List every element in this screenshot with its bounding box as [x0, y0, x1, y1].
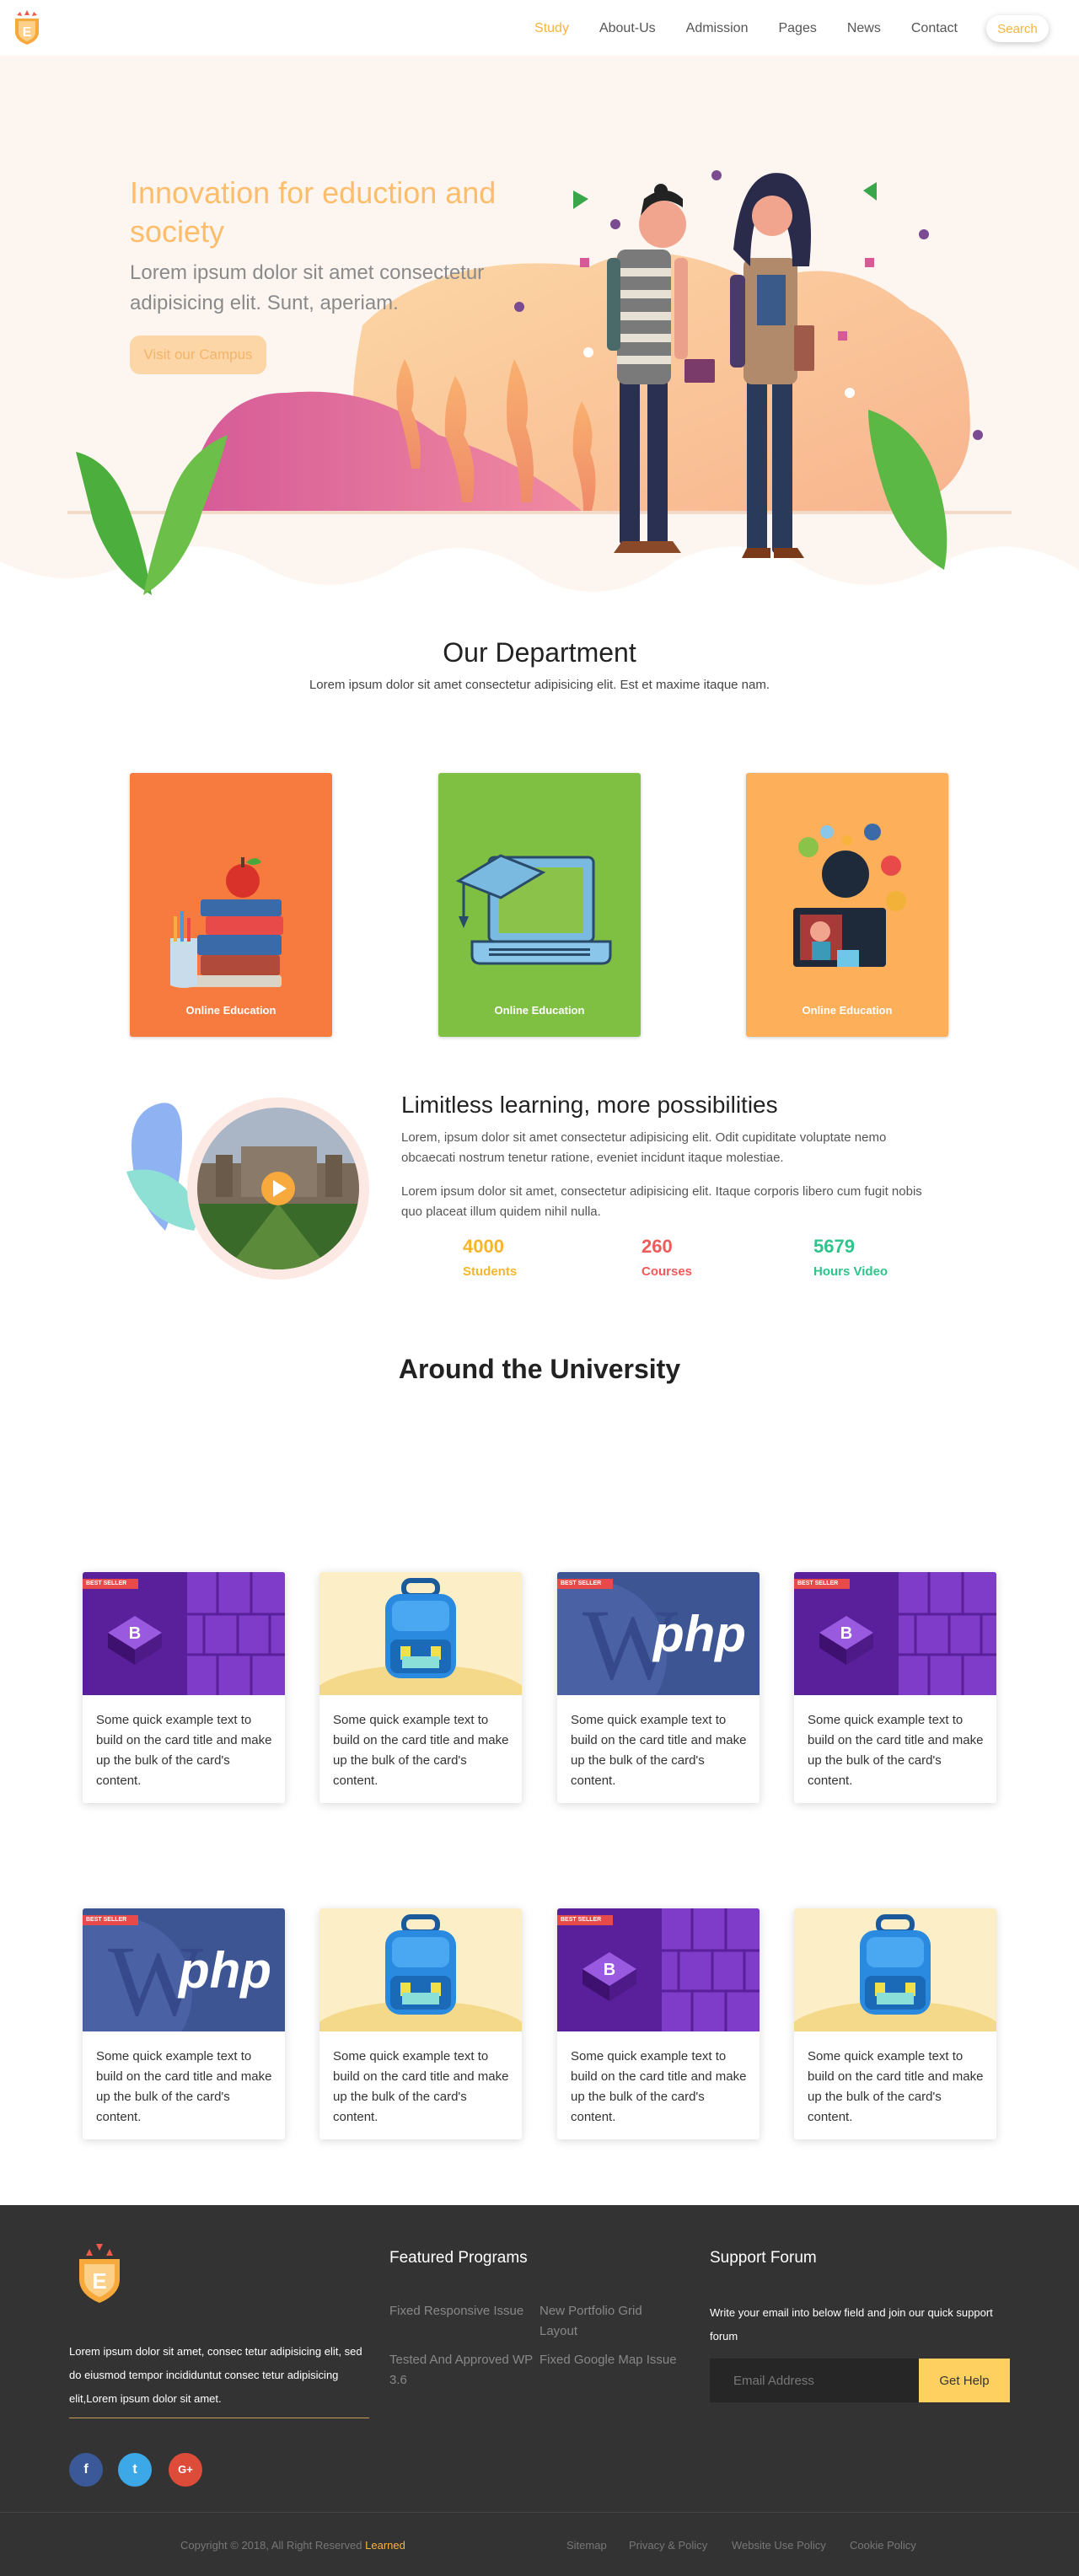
svg-text:B: B	[129, 1624, 141, 1643]
card-image-backpack	[319, 1908, 522, 2031]
card-text: Some quick example text to build on the …	[571, 1713, 747, 1788]
card-text: Some quick example text to build on the …	[808, 1713, 984, 1788]
campus-video-thumbnail[interactable]	[123, 1096, 376, 1281]
best-seller-badge: BEST SELLER	[86, 1917, 127, 1923]
hero-title: Innovation for eduction and society	[130, 175, 497, 249]
stat-value: 4000	[463, 1236, 504, 1257]
featured-programs-title: Featured Programs	[389, 2249, 528, 2267]
footer: E Lorem ipsum dolor sit amet, consec tet…	[0, 2205, 1079, 2576]
nav-pages[interactable]: Pages	[778, 16, 816, 41]
university-card[interactable]: W BEST SELLER php Some quick example text t…	[557, 1572, 760, 1803]
nav-about-us[interactable]: About-Us	[599, 16, 656, 41]
department-card-caption: Online Education	[802, 1004, 893, 1017]
limitless-paragraph-1: Lorem, ipsum dolor sit amet consectetur …	[401, 1130, 887, 1165]
card-image-backpack	[794, 1908, 996, 2031]
books-apple-icon	[170, 857, 283, 988]
support-forum-text: Write your email into below field and jo…	[710, 2306, 993, 2343]
nav-study[interactable]: Study	[534, 16, 569, 41]
card-text: Some quick example text to build on the …	[96, 1713, 272, 1788]
svg-text:E: E	[92, 2268, 106, 2294]
stat-label: Courses	[641, 1264, 693, 1279]
around-university-title: Around the University	[398, 1354, 681, 1384]
nav-contact[interactable]: Contact	[911, 16, 958, 41]
nav-news[interactable]: News	[847, 16, 881, 41]
university-card[interactable]: Some quick example text to build on the …	[794, 1908, 996, 2139]
footer-link-sitemap[interactable]: Sitemap	[566, 2539, 607, 2552]
card-image-bootstrap: B	[557, 1908, 760, 2031]
card-text: Some quick example text to build on the …	[333, 2049, 509, 2124]
featured-link[interactable]: Fixed Responsive Issue	[389, 2301, 533, 2321]
svg-text:B: B	[604, 1961, 615, 1979]
copyright-brand-link[interactable]: Learned	[365, 2539, 405, 2552]
stat-courses: 260 Courses	[641, 1236, 760, 1279]
footer-link-website-use[interactable]: Website Use Policy	[732, 2539, 826, 2552]
stat-value: 5679	[813, 1236, 855, 1257]
stat-students: 4000 Students	[463, 1236, 581, 1279]
php-logo-text: php	[653, 1606, 746, 1662]
shield-e-logo-icon[interactable]: E	[10, 10, 44, 46]
featured-link[interactable]: Tested And Approved WP 3.6	[389, 2350, 533, 2391]
best-seller-badge: BEST SELLER	[561, 1917, 602, 1923]
department-card-3[interactable]: Online Education	[746, 773, 948, 1037]
copyright: Copyright © 2018, All Right Reserved Lea…	[180, 2539, 405, 2552]
card-image-bootstrap: B	[83, 1572, 285, 1695]
stat-label: Students	[463, 1264, 518, 1279]
featured-link[interactable]: Fixed Google Map Issue	[540, 2350, 683, 2370]
stat-value: 260	[641, 1236, 673, 1257]
department-title: Our Department	[443, 637, 636, 668]
svg-text:E: E	[23, 25, 32, 40]
visit-campus-button[interactable]: Visit our Campus	[130, 335, 266, 374]
stat-label: Hours Video	[813, 1264, 888, 1279]
php-logo-text: php	[179, 1942, 271, 1999]
search-button[interactable]: Search	[986, 15, 1049, 42]
online-tutor-icon	[793, 824, 906, 967]
hero-subtitle: Lorem ipsum dolor sit amet consectetur a…	[130, 261, 485, 314]
footer-about-text: Lorem ipsum dolor sit amet, consec tetur…	[69, 2345, 362, 2405]
university-card[interactable]: Some quick example text to build on the …	[319, 1572, 522, 1803]
laptop-graduation-cap-icon	[455, 854, 612, 965]
card-text: Some quick example text to build on the …	[96, 2049, 272, 2124]
facebook-icon[interactable]: f	[69, 2453, 103, 2487]
twitter-icon[interactable]: t	[118, 2453, 152, 2487]
support-forum-title: Support Forum	[710, 2249, 817, 2267]
university-card[interactable]: B BEST SELLER Some quick example text to b…	[557, 1908, 760, 2139]
footer-bottom-divider	[0, 2512, 1079, 2513]
get-help-button[interactable]: Get Help	[919, 2359, 1010, 2402]
card-image-bootstrap: B	[794, 1572, 996, 1695]
department-card-caption: Online Education	[494, 1004, 585, 1017]
university-card[interactable]: B BEST SELLER Some quick example text to b…	[794, 1572, 996, 1803]
department-subtitle: Lorem ipsum dolor sit amet consectetur a…	[309, 678, 770, 692]
google-plus-icon[interactable]: G+	[169, 2453, 202, 2487]
department-card-1[interactable]: Online Education	[130, 773, 332, 1037]
footer-link-privacy[interactable]: Privacy & Policy	[629, 2539, 707, 2552]
footer-link-cookie[interactable]: Cookie Policy	[850, 2539, 916, 2552]
shield-e-logo-icon[interactable]: E	[76, 2244, 123, 2305]
best-seller-badge: BEST SELLER	[561, 1580, 602, 1586]
university-card[interactable]: Some quick example text to build on the …	[319, 1908, 522, 2139]
card-text: Some quick example text to build on the …	[808, 2049, 984, 2124]
department-card-caption: Online Education	[185, 1004, 276, 1017]
limitless-paragraph-2: Lorem ipsum dolor sit amet, consectetur …	[401, 1184, 922, 1219]
department-card-2[interactable]: Online Education	[438, 773, 641, 1037]
top-navbar: E Study About-Us Admission Pages News Co…	[0, 0, 1079, 56]
copyright-text: Copyright © 2018, All Right Reserved	[180, 2539, 362, 2552]
nav-admission[interactable]: Admission	[686, 16, 749, 41]
card-text: Some quick example text to build on the …	[333, 1713, 509, 1788]
email-input[interactable]	[710, 2359, 924, 2402]
university-card[interactable]: W BEST SELLER php Some quick example text t…	[83, 1908, 285, 2139]
card-image-backpack	[319, 1572, 522, 1695]
best-seller-badge: BEST SELLER	[797, 1580, 839, 1586]
card-text: Some quick example text to build on the …	[571, 2049, 747, 2124]
best-seller-badge: BEST SELLER	[86, 1580, 127, 1586]
stat-hours-video: 5679 Hours Video	[813, 1236, 931, 1279]
svg-text:B: B	[840, 1624, 852, 1643]
featured-link[interactable]: New Portfolio Grid Layout	[540, 2301, 683, 2342]
limitless-title: Limitless learning, more possibilities	[401, 1092, 778, 1118]
hero-section: Innovation for eduction and society Lore…	[0, 56, 1079, 637]
university-card[interactable]: B BEST SELLER Some quick example text to b…	[83, 1572, 285, 1803]
